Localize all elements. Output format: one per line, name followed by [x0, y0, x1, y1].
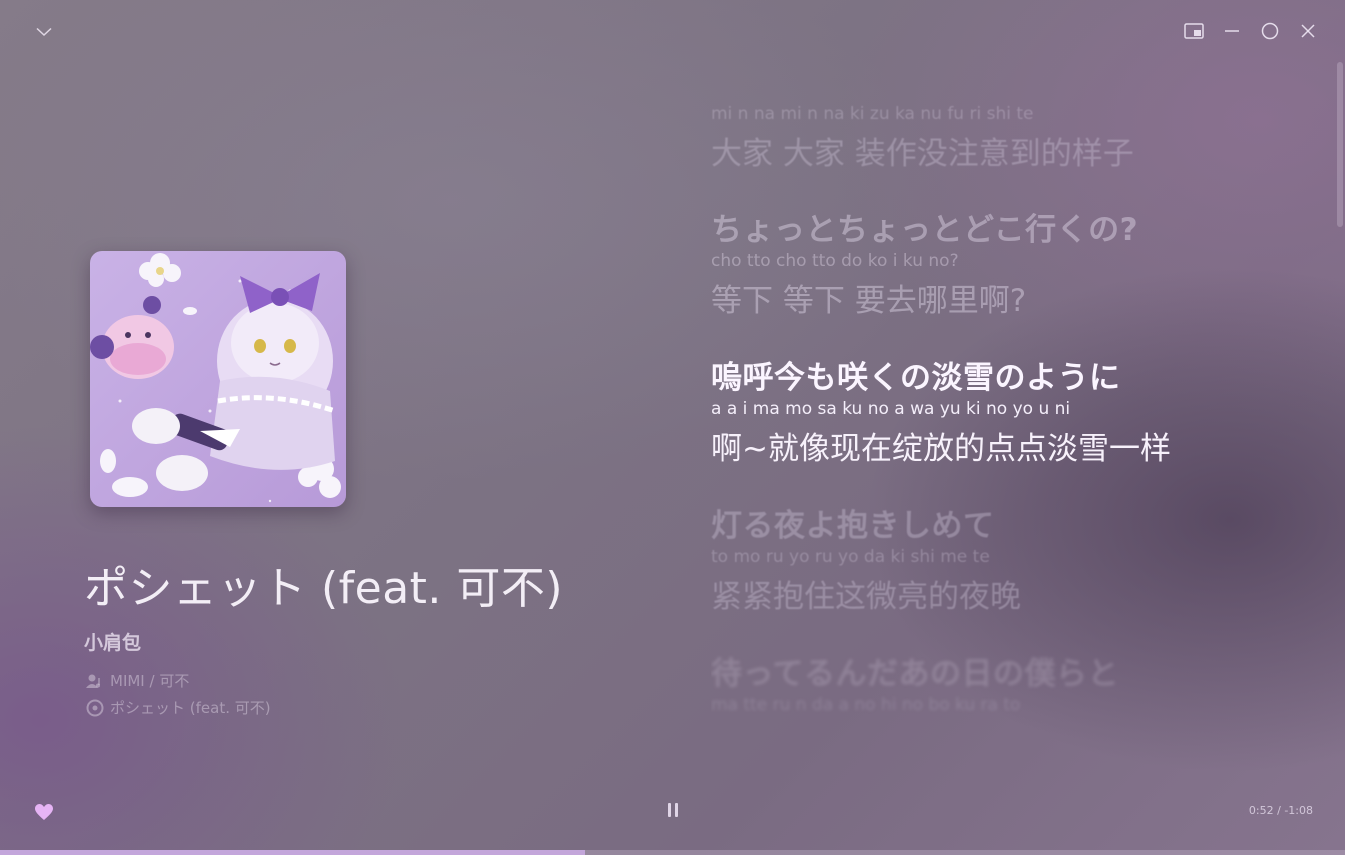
artists-line[interactable]: MIMI / 可不: [86, 670, 189, 691]
song-subtitle: 小肩包: [84, 632, 142, 654]
album-art-illustration: [90, 251, 346, 507]
minimize-button[interactable]: [1213, 18, 1251, 44]
artists-text: MIMI / 可不: [110, 672, 190, 690]
collapse-button[interactable]: [30, 20, 58, 44]
lyric-line[interactable]: mi n na mi n na ki zu ka nu fu ri shi te…: [711, 102, 1134, 173]
song-title: ポシェット (feat. 可不): [84, 563, 564, 614]
lyric-translation: 紧紧抱住这微亮的夜晚: [711, 579, 1021, 615]
pause-icon: [675, 803, 678, 817]
album-line[interactable]: ポシェット (feat. 可不): [86, 697, 271, 718]
mini-player-icon: [1184, 23, 1204, 39]
lyric-original: 嗚呼今も咲くの淡雪のように: [711, 360, 1121, 396]
lyric-original: 灯る夜よ抱きしめて: [711, 508, 995, 544]
pause-icon: [668, 803, 671, 817]
maximize-icon: [1261, 22, 1279, 40]
lyric-romaji: to mo ru yo ru yo da ki shi me te: [711, 547, 990, 567]
close-button[interactable]: [1289, 18, 1327, 44]
lyric-romaji: cho tto cho tto do ko i ku no?: [711, 251, 959, 271]
minimize-icon: [1225, 30, 1239, 32]
mini-player-button[interactable]: [1175, 18, 1213, 44]
artist-icon: [86, 674, 100, 688]
like-button[interactable]: [34, 803, 54, 823]
lyric-translation: 啊~就像现在绽放的点点淡雪一样: [711, 431, 1171, 467]
close-icon: [1301, 24, 1315, 38]
lyric-romaji: mi n na mi n na ki zu ka nu fu ri shi te: [711, 104, 1034, 124]
lyric-romaji: a a i ma mo sa ku no a wa yu ki no yo u …: [711, 399, 1071, 419]
lyric-line[interactable]: ちょっとちょっとどこ行くの? cho tto cho tto do ko i k…: [711, 204, 1138, 320]
heart-icon: [35, 804, 53, 820]
lyric-line[interactable]: 待ってるんだあの日の僕らと ma tte ru n da a no hi no …: [711, 648, 1119, 715]
lyric-translation: 大家 大家 装作没注意到的样子: [711, 136, 1134, 172]
lyric-original: ちょっとちょっとどこ行くの?: [711, 212, 1139, 248]
lyric-romaji: ma tte ru n da a no hi no bo ku ra to: [711, 695, 1021, 715]
window-controls: [1175, 18, 1327, 44]
maximize-button[interactable]: [1251, 18, 1289, 44]
lyrics-panel[interactable]: mi n na mi n na ki zu ka nu fu ri shi te…: [711, 100, 1311, 720]
chevron-down-icon: [36, 27, 52, 37]
progress-fill: [0, 850, 586, 855]
lyric-translation: 等下 等下 要去哪里啊?: [711, 283, 1027, 319]
album-cover: [90, 251, 346, 507]
album-disc-icon: [86, 699, 104, 716]
playback-time: 0:52 / -1:08: [1248, 804, 1313, 817]
lyric-line[interactable]: 灯る夜よ抱きしめて to mo ru yo ru yo da ki shi me…: [711, 500, 1021, 616]
lyrics-scrollbar[interactable]: [1337, 62, 1343, 227]
pause-button[interactable]: [662, 799, 684, 821]
progress-bar[interactable]: [0, 850, 1345, 855]
lyric-line-current[interactable]: 嗚呼今も咲くの淡雪のように a a i ma mo sa ku no a wa …: [711, 352, 1171, 468]
lyric-original: 待ってるんだあの日の僕らと: [711, 656, 1119, 692]
album-text: ポシェット (feat. 可不): [110, 699, 271, 717]
